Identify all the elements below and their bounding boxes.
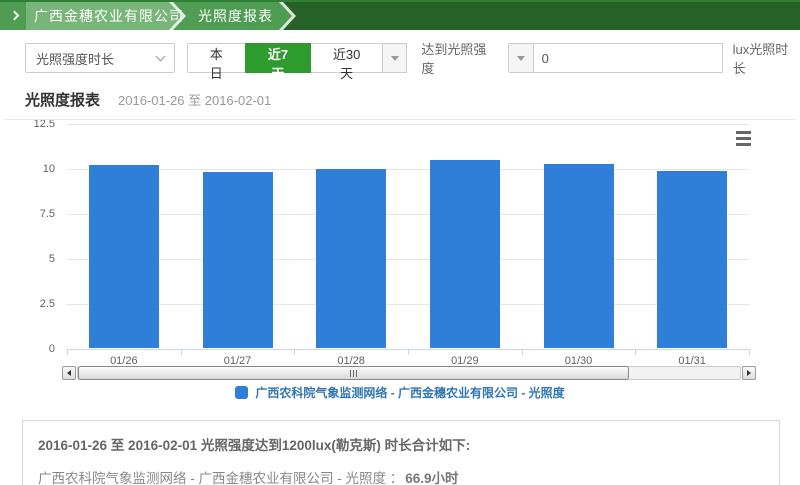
chart-bar[interactable]: [89, 165, 159, 348]
chart-bar[interactable]: [203, 172, 273, 348]
arrow-right-icon: [747, 370, 751, 376]
x-axis-tick-label: 01/30: [534, 355, 624, 367]
threshold-dropdown-button[interactable]: [508, 43, 534, 73]
x-axis-tick-label: 01/28: [306, 355, 396, 367]
x-axis-tick-label: 01/27: [193, 355, 283, 367]
summary-row-label: 广西农科院气象监测网络 - 广西金穗农业有限公司 - 光照度 ：: [38, 471, 403, 485]
x-axis-tick: [749, 349, 750, 355]
x-axis-tick: [67, 349, 68, 355]
breadcrumb: 广西金穗农业有限公司 光照度报表: [0, 0, 800, 30]
report-type-select[interactable]: 光照强度时长: [25, 43, 175, 73]
scrollbar-grip-icon: [356, 370, 357, 377]
arrow-left-icon: [67, 370, 71, 376]
filter-toolbar: 光照强度时长 本日 近7天 近30天 达到光照强度 lux光照时长: [25, 43, 800, 73]
hamburger-icon: [736, 131, 751, 134]
chart-bar[interactable]: [657, 171, 727, 349]
range-30days-button[interactable]: 近30天: [310, 43, 383, 73]
legend-series-label: 广西农科院气象监测网络 - 广西金穗农业有限公司 - 光照度: [255, 384, 564, 401]
threshold-label: 达到光照强度: [421, 39, 498, 77]
chevron-down-icon: [155, 51, 165, 61]
summary-row: 广西农科院气象监测网络 - 广西金穗农业有限公司 - 光照度 ：66.9小时: [38, 467, 764, 485]
scrollbar-grip-icon: [353, 370, 354, 377]
y-axis-tick-label: 2.5: [4, 296, 55, 312]
scrollbar-left-button[interactable]: [62, 366, 76, 380]
y-axis-tick-label: 12.5: [4, 119, 55, 132]
report-type-selected-value: 光照强度时长: [36, 49, 114, 68]
chart-bar[interactable]: [430, 160, 500, 349]
hamburger-icon: [736, 137, 751, 140]
y-axis-tick-label: 0: [4, 341, 55, 357]
page-title: 光照度报表: [25, 89, 100, 110]
scrollbar-grip-icon: [350, 370, 351, 377]
breadcrumb-company-label[interactable]: 广西金穗农业有限公司: [34, 2, 184, 30]
threshold-input[interactable]: [533, 43, 723, 73]
breadcrumb-report-label[interactable]: 光照度报表: [198, 2, 273, 30]
chart-export-menu-button[interactable]: [731, 128, 755, 148]
scrollbar-right-button[interactable]: [742, 366, 756, 380]
x-axis-tick: [522, 349, 523, 355]
range-today-button[interactable]: 本日: [187, 43, 246, 73]
chart-legend[interactable]: 广西农科院气象监测网络 - 广西金穗农业有限公司 - 光照度: [4, 384, 796, 401]
date-range-button-group: 本日 近7天 近30天: [187, 43, 408, 73]
unit-label: lux光照时长: [733, 39, 800, 77]
y-gridline: [67, 259, 749, 260]
chart-bar[interactable]: [316, 169, 386, 349]
x-axis-tick: [294, 349, 295, 355]
y-gridline: [67, 124, 749, 125]
legend-swatch-icon: [235, 386, 248, 399]
summary-row-value: 66.9小时: [405, 471, 458, 485]
chart-bar[interactable]: [544, 164, 614, 349]
y-gridline: [67, 214, 749, 215]
x-axis-tick-label: 01/29: [420, 355, 510, 367]
caret-down-icon: [517, 56, 525, 61]
y-gridline: [67, 169, 749, 170]
x-axis-tick-label: 01/31: [647, 355, 737, 367]
range-7days-button[interactable]: 近7天: [245, 43, 311, 73]
y-axis-tick-label: 7.5: [4, 206, 55, 222]
y-axis-tick-label: 5: [4, 251, 55, 267]
summary-heading: 2016-01-26 至 2016-02-01 光照强度达到1200lux(勒克…: [38, 434, 764, 454]
x-axis-tick: [408, 349, 409, 355]
range-more-dropdown-button[interactable]: [382, 43, 407, 73]
x-axis-tick: [181, 349, 182, 355]
y-gridline: [67, 304, 749, 305]
chart-scrollbar: [4, 366, 796, 381]
scrollbar-thumb[interactable]: [78, 366, 629, 380]
light-intensity-chart: 0 2.5 5 7.5 10 12.5 01/26 01/27 01/28 01/29 01/30 0…: [4, 119, 796, 408]
y-axis-tick-label: 10: [4, 161, 55, 177]
report-date-range: 2016-01-26 至 2016-02-01: [118, 90, 271, 109]
report-header: 光照度报表 2016-01-26 至 2016-02-01: [25, 89, 800, 110]
hamburger-icon: [736, 143, 751, 146]
caret-down-icon: [391, 56, 399, 61]
x-axis-tick-label: 01/26: [79, 355, 169, 367]
x-axis-tick: [635, 349, 636, 355]
summary-panel: 2016-01-26 至 2016-02-01 光照强度达到1200lux(勒克…: [22, 420, 780, 485]
